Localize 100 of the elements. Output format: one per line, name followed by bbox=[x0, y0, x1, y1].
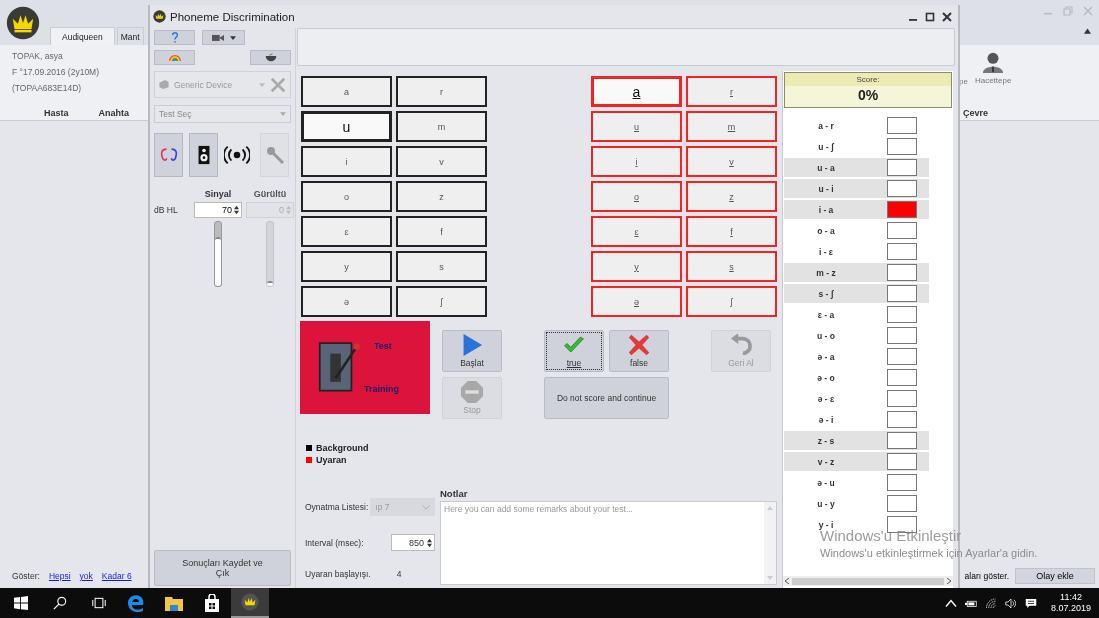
interval-spinner[interactable]: 850 bbox=[391, 534, 435, 551]
pair-label: u - o bbox=[816, 330, 836, 341]
response-phoneme-button[interactable]: y bbox=[591, 251, 682, 282]
stimulus-phoneme-button[interactable]: a bbox=[301, 76, 392, 107]
playlist-label: Oynatma Listesi: bbox=[305, 502, 369, 512]
level-slider-fill[interactable] bbox=[215, 236, 221, 286]
stimulus-phoneme-button[interactable]: s bbox=[396, 251, 487, 282]
response-phoneme-button[interactable]: ɛ bbox=[591, 216, 682, 247]
filter-link[interactable]: yok bbox=[79, 571, 93, 581]
pair-label: u - i bbox=[817, 183, 835, 194]
color-button[interactable] bbox=[154, 50, 195, 65]
cross-icon bbox=[628, 334, 650, 356]
stimulus-phoneme-button[interactable]: z bbox=[396, 181, 487, 212]
camera-dropdown-button[interactable] bbox=[202, 30, 245, 45]
scroll-up-icon bbox=[767, 506, 773, 510]
taskbar-app[interactable] bbox=[231, 588, 269, 618]
pair-label: y - i bbox=[817, 519, 834, 530]
response-phoneme-button[interactable]: f bbox=[686, 216, 777, 247]
response-phoneme-button[interactable]: ʃ bbox=[686, 286, 777, 317]
stimulus-phoneme-button[interactable]: o bbox=[301, 181, 392, 212]
play-icon bbox=[461, 334, 483, 356]
filter-link[interactable]: Hepsi bbox=[48, 571, 71, 581]
start-button[interactable]: Başlat bbox=[442, 330, 502, 372]
stimulus-phoneme-button[interactable]: ʃ bbox=[396, 286, 487, 317]
ribbon-group-label: Çevre bbox=[962, 108, 990, 120]
show-text: aları göster. bbox=[964, 571, 1009, 581]
stop-sign-icon bbox=[461, 381, 483, 403]
clock[interactable]: 11:42 8.07.2019 bbox=[1050, 592, 1091, 614]
maximize-icon[interactable] bbox=[925, 11, 935, 22]
filter-link[interactable]: Kadar 6 bbox=[101, 571, 132, 581]
scroll-left-icon bbox=[785, 578, 789, 584]
response-phoneme-button[interactable]: ə bbox=[591, 286, 682, 317]
response-phoneme-button[interactable]: m bbox=[686, 111, 777, 142]
pair-label: i - a bbox=[817, 204, 835, 215]
wifi-icon[interactable] bbox=[984, 597, 997, 609]
pair-label: a - r bbox=[817, 120, 835, 131]
browser-e-icon bbox=[127, 594, 145, 612]
true-button[interactable]: true bbox=[544, 330, 604, 372]
add-event-button[interactable]: Olay ekle bbox=[1015, 568, 1095, 584]
stimulus-phoneme-button[interactable]: y bbox=[301, 251, 392, 282]
save-and-exit-button[interactable]: Sonuçları Kaydet ve Çık bbox=[154, 550, 291, 586]
stimulus-phoneme-button[interactable]: v bbox=[396, 146, 487, 177]
stimulus-phoneme-button[interactable]: u bbox=[301, 111, 392, 142]
camera-icon bbox=[211, 32, 224, 43]
training-label: Training bbox=[364, 384, 399, 394]
crown-icon bbox=[241, 593, 259, 611]
spin-arrows-icon bbox=[427, 537, 432, 548]
bowl-button[interactable] bbox=[250, 50, 291, 65]
response-phoneme-button[interactable]: a bbox=[591, 76, 682, 107]
response-phoneme-button[interactable]: u bbox=[591, 111, 682, 142]
crown-logo-icon[interactable] bbox=[6, 6, 40, 40]
stimulus-phoneme-button[interactable]: f bbox=[396, 216, 487, 247]
pair-label: m - z bbox=[815, 267, 837, 278]
pair-label: ə - i bbox=[817, 414, 835, 425]
response-phoneme-button[interactable]: z bbox=[686, 181, 777, 212]
ribbon-tab[interactable]: Mant bbox=[116, 27, 144, 45]
horizontal-scrollbar[interactable] bbox=[783, 576, 953, 586]
ribbon-tab[interactable]: Audiqueen bbox=[50, 27, 115, 45]
show-label: Göster: bbox=[12, 571, 40, 581]
output-button[interactable] bbox=[189, 133, 218, 177]
checkmark-icon bbox=[563, 334, 585, 356]
level-spinner[interactable]: 70 bbox=[194, 202, 242, 218]
scroll-right-icon bbox=[947, 578, 951, 584]
pair-label: u - ʃ bbox=[817, 141, 836, 152]
legend-label: Uyaran bbox=[316, 455, 347, 465]
legend-label: Background bbox=[316, 443, 369, 453]
interval-label: Interval (msec): bbox=[305, 537, 364, 548]
pair-label: ə - ɛ bbox=[816, 393, 836, 404]
windows-start-icon[interactable] bbox=[14, 596, 28, 610]
channel-label: Gürültü bbox=[252, 189, 288, 199]
response-phoneme-button[interactable]: v bbox=[686, 146, 777, 177]
stimulus-phoneme-button[interactable]: r bbox=[396, 76, 487, 107]
ribbon-group-label: Anahta bbox=[98, 108, 130, 118]
speaker-volume-icon[interactable] bbox=[1004, 597, 1017, 609]
response-phoneme-button[interactable]: s bbox=[686, 251, 777, 282]
search-icon[interactable] bbox=[53, 596, 67, 610]
close-icon[interactable] bbox=[942, 11, 952, 22]
stimulus-phoneme-button[interactable]: ɛ bbox=[301, 216, 392, 247]
false-button[interactable]: false bbox=[609, 330, 669, 372]
folder-icon bbox=[165, 594, 183, 612]
collapse-ribbon-icon[interactable] bbox=[1084, 28, 1091, 34]
caret-icon bbox=[229, 35, 236, 40]
person-icon bbox=[981, 51, 1006, 73]
response-phoneme-button[interactable]: o bbox=[591, 181, 682, 212]
user-button[interactable]: Hacettepe bbox=[970, 51, 1016, 85]
chevron-up-icon[interactable] bbox=[944, 597, 957, 609]
vertical-scrollbar[interactable] bbox=[764, 502, 776, 584]
task-view-icon[interactable] bbox=[92, 596, 106, 610]
stimulus-phoneme-button[interactable]: i bbox=[301, 146, 392, 177]
stimulus-phoneme-button[interactable]: m bbox=[396, 111, 487, 142]
ribbon-item-label[interactable]: pe bbox=[959, 77, 968, 86]
response-phoneme-button[interactable]: r bbox=[686, 76, 777, 107]
skip-button[interactable]: Do not score and continue bbox=[544, 377, 669, 419]
patient-name: TOPAK, asya bbox=[12, 51, 64, 61]
stimulus-phoneme-button[interactable]: ə bbox=[301, 286, 392, 317]
undo-icon bbox=[730, 334, 752, 356]
patient-code: (TOPAA683E14D) bbox=[12, 83, 83, 93]
response-phoneme-button[interactable]: i bbox=[591, 146, 682, 177]
notification-icon[interactable] bbox=[1024, 597, 1037, 609]
pair-label: ə - a bbox=[816, 351, 836, 362]
